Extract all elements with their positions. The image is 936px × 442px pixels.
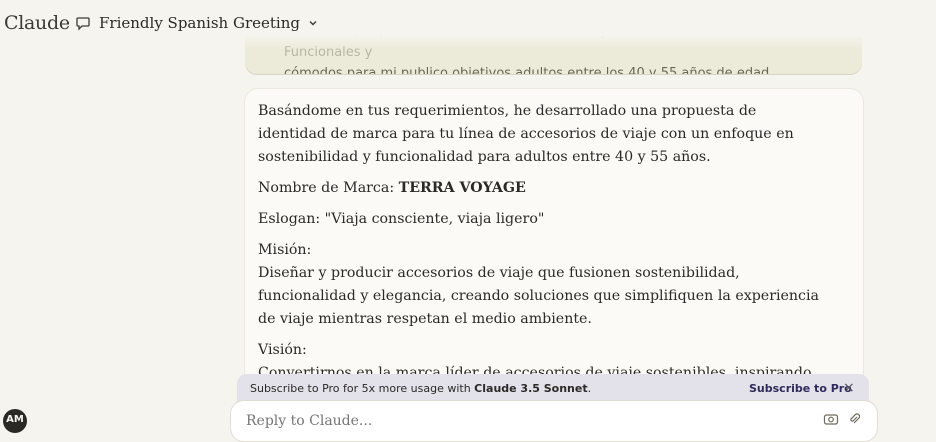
- avatar[interactable]: AM: [3, 409, 27, 433]
- brand-label: Nombre de Marca:: [258, 180, 399, 196]
- user-message-line-2: cómodos para mi publico objetivos adulto…: [284, 66, 770, 74]
- slogan-line: Eslogan: "Viaja consciente, viaja ligero…: [258, 211, 545, 227]
- pro-banner-model: Claude 3.5 Sonnet: [474, 382, 588, 395]
- mission-text: Diseñar y producir accesorios de viaje q…: [258, 265, 820, 327]
- mission-block: Misión: Diseñar y producir accesorios de …: [258, 239, 828, 331]
- chat-title-text: Friendly Spanish Greeting: [99, 14, 300, 32]
- reply-input[interactable]: [244, 412, 808, 430]
- close-icon[interactable]: ×: [843, 380, 855, 396]
- vision-label: Visión:: [258, 342, 307, 358]
- message-composer: [230, 400, 878, 442]
- chat-title-dropdown[interactable]: Friendly Spanish Greeting: [75, 14, 318, 32]
- assistant-message: Basándome en tus requerimientos, he desa…: [244, 88, 864, 390]
- subscribe-pro-link[interactable]: Subscribe to Pro: [749, 382, 852, 395]
- pro-banner-text: Subscribe to Pro for 5x more usage with …: [250, 382, 591, 395]
- pro-banner-suffix: .: [587, 382, 592, 395]
- brand-name-line: Nombre de Marca: TERRA VOYAGE: [258, 177, 828, 200]
- claude-logo[interactable]: Claude: [4, 12, 70, 34]
- camera-icon[interactable]: [823, 412, 839, 430]
- paperclip-icon[interactable]: [848, 412, 861, 430]
- brand-name: TERRA VOYAGE: [398, 180, 526, 196]
- assistant-intro: Basándome en tus requerimientos, he desa…: [258, 103, 794, 165]
- chevron-down-icon: [308, 18, 318, 28]
- top-bar: Claude Friendly Spanish Greeting: [0, 0, 936, 50]
- mission-label: Misión:: [258, 242, 312, 258]
- pro-banner-prefix: Subscribe to Pro for 5x more usage with: [250, 382, 475, 395]
- chat-bubble-icon: [75, 15, 91, 31]
